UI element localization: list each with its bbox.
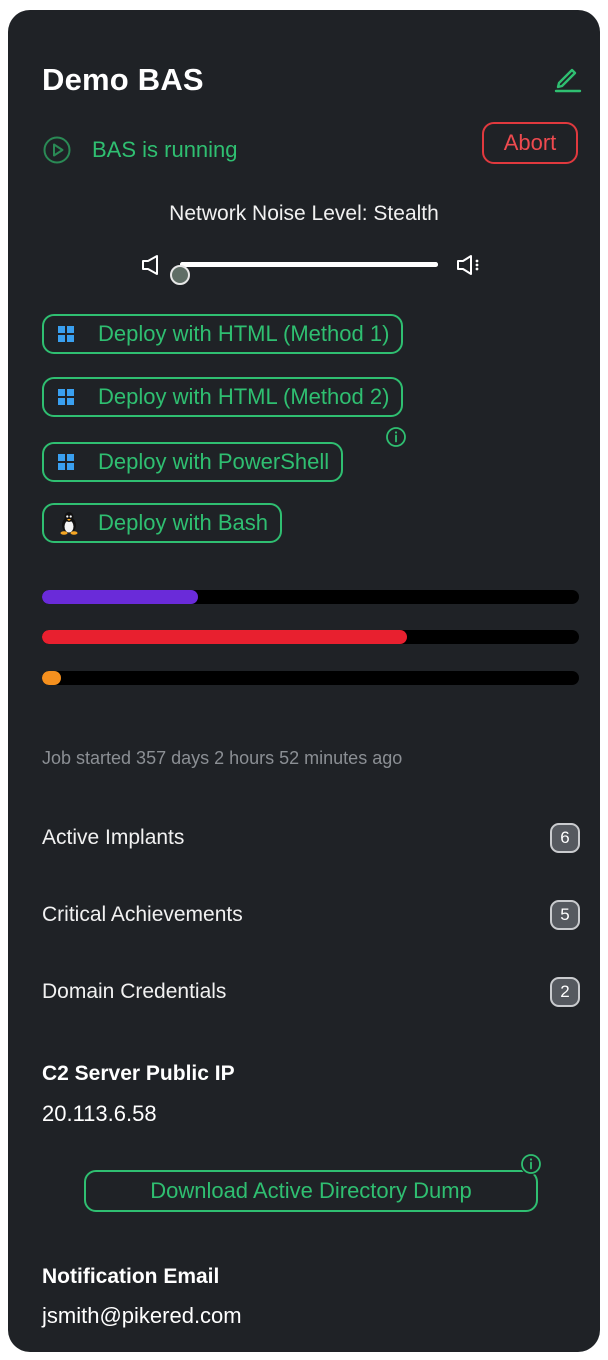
info-icon[interactable] bbox=[520, 1153, 542, 1175]
play-circle-icon bbox=[43, 136, 71, 164]
stat-row-domain-credentials[interactable]: Domain Credentials 2 bbox=[42, 974, 580, 1010]
count-badge: 6 bbox=[550, 823, 580, 853]
progress-fill bbox=[42, 590, 198, 604]
deploy-html-method-2-button[interactable]: Deploy with HTML (Method 2) bbox=[42, 377, 404, 417]
windows-icon bbox=[58, 389, 74, 405]
noise-slider-row bbox=[140, 250, 490, 285]
job-started-text: Job started 357 days 2 hours 52 minutes … bbox=[42, 748, 403, 768]
status-row: BAS is running bbox=[42, 132, 238, 168]
deploy-button-label: Deploy with HTML (Method 2) bbox=[98, 384, 390, 409]
windows-icon bbox=[58, 326, 74, 342]
deploy-button-label: Deploy with Bash bbox=[98, 510, 268, 535]
deploy-powershell-button[interactable]: Deploy with PowerShell bbox=[42, 442, 344, 482]
deploy-button-label: Deploy with HTML (Method 1) bbox=[98, 321, 390, 346]
info-icon[interactable] bbox=[385, 426, 407, 448]
stat-label: Active Implants bbox=[42, 826, 185, 849]
notification-email-value: jsmith@pikered.com bbox=[42, 1303, 242, 1328]
download-ad-dump-button[interactable]: Download Active Directory Dump bbox=[84, 1170, 538, 1212]
pencil-icon[interactable] bbox=[550, 60, 584, 94]
noise-slider-fill bbox=[180, 262, 438, 267]
stat-label: Critical Achievements bbox=[42, 903, 243, 926]
status-text: BAS is running bbox=[92, 137, 238, 162]
deploy-button-label: Deploy with PowerShell bbox=[98, 449, 330, 474]
stat-label: Domain Credentials bbox=[42, 980, 227, 1003]
noise-level-label: Network Noise Level: Stealth bbox=[169, 202, 439, 225]
progress-bar-3 bbox=[42, 671, 579, 685]
c2-server-ip: 20.113.6.58 bbox=[42, 1101, 157, 1126]
c2-server-heading: C2 Server Public IP bbox=[42, 1062, 235, 1085]
deploy-html-method-1-button[interactable]: Deploy with HTML (Method 1) bbox=[42, 314, 404, 354]
progress-fill bbox=[42, 630, 408, 644]
count-badge: 5 bbox=[550, 900, 580, 930]
progress-bar-1 bbox=[42, 590, 579, 604]
page-title: Demo BAS bbox=[42, 62, 204, 97]
notification-email-heading: Notification Email bbox=[42, 1265, 220, 1288]
volume-high-icon bbox=[457, 255, 479, 275]
deploy-bash-button[interactable]: Deploy with Bash bbox=[42, 503, 282, 543]
noise-slider-thumb[interactable] bbox=[170, 265, 190, 285]
count-badge: 2 bbox=[550, 977, 580, 1007]
stat-row-critical-achievements[interactable]: Critical Achievements 5 bbox=[42, 897, 580, 933]
progress-bar-2 bbox=[42, 630, 579, 644]
windows-icon bbox=[58, 454, 74, 470]
bas-panel: Demo BAS BAS is running Abort Network No… bbox=[8, 10, 600, 1352]
abort-button[interactable]: Abort bbox=[482, 122, 578, 164]
progress-fill bbox=[42, 671, 61, 685]
noise-slider[interactable] bbox=[170, 262, 438, 285]
stat-row-active-implants[interactable]: Active Implants 6 bbox=[42, 820, 580, 856]
linux-tux-icon bbox=[60, 512, 78, 535]
volume-low-icon bbox=[142, 255, 158, 275]
